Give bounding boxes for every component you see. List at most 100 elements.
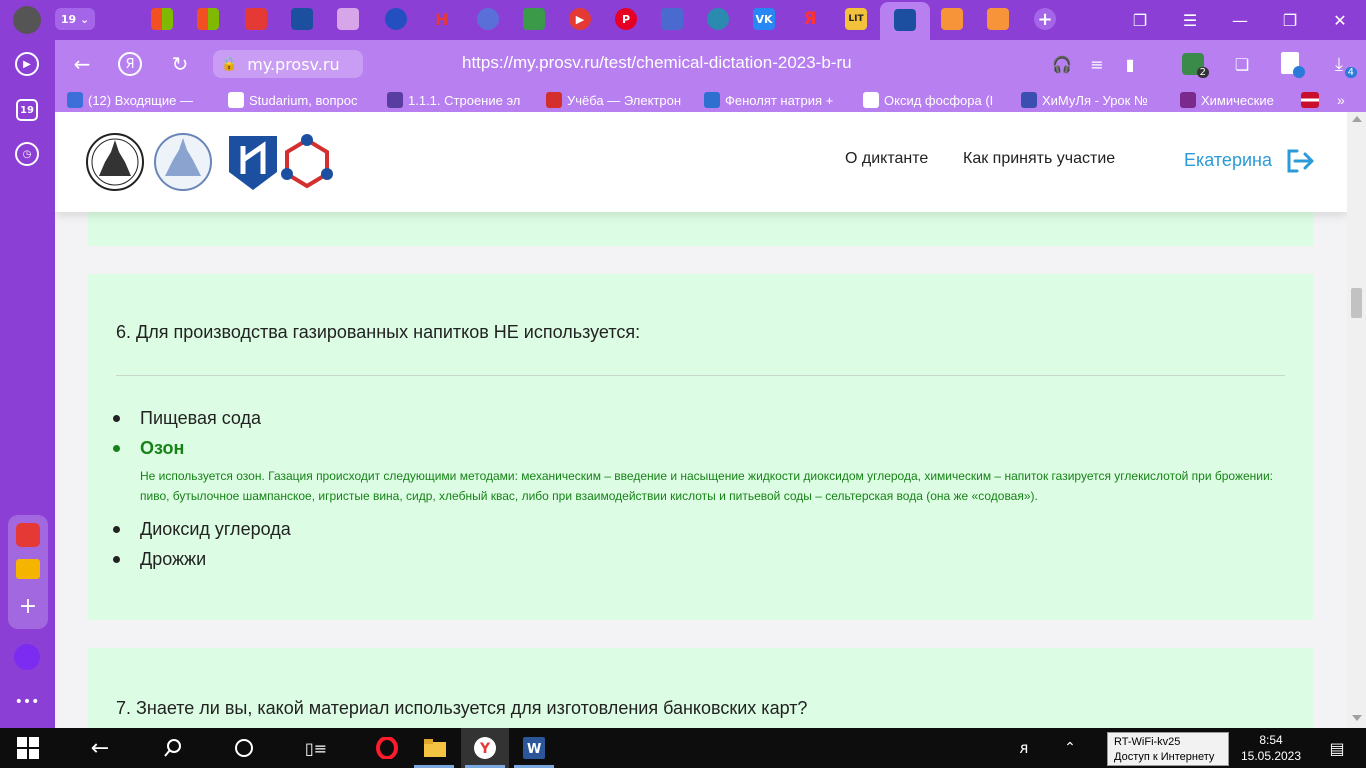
collections-icon[interactable]: ❏ (1230, 52, 1254, 76)
tab-microsoft-icon[interactable] (151, 8, 173, 30)
question-card-7: 7. Знаете ли вы, какой материал использу… (88, 648, 1313, 728)
clock-time: 8:54 (1259, 733, 1283, 747)
uk-flag-icon[interactable] (1301, 92, 1319, 108)
mail-icon (67, 92, 83, 108)
tab-cloud-icon[interactable] (707, 8, 729, 30)
tab-lit-icon[interactable]: LIT (845, 8, 867, 30)
tab-h-icon[interactable]: H (431, 8, 453, 30)
bookmark-phenolate[interactable]: Фенолят натрия + (704, 91, 852, 109)
scroll-thumb[interactable] (1351, 288, 1362, 318)
svg-text:W: W (527, 742, 541, 757)
tab-yandex-icon[interactable]: Я (799, 8, 821, 30)
scroll-up-icon[interactable] (1352, 116, 1362, 122)
menu-hamburger-icon[interactable]: ☰ (1178, 8, 1202, 32)
answer-option-4[interactable]: Дрожжи (113, 549, 206, 570)
reader-mode-icon[interactable]: ≡ (1085, 52, 1109, 76)
windows-start-icon[interactable] (16, 736, 40, 760)
people-icon[interactable]: ᴙ (1012, 736, 1036, 760)
flask-icon (1180, 92, 1196, 108)
tab-microsoft2-icon[interactable] (197, 8, 219, 30)
bookmark-phosphorus-oxide[interactable]: Оксид фосфора (I (863, 91, 1011, 109)
answer-option-3[interactable]: Диоксид углерода (113, 519, 291, 540)
minimize-icon[interactable]: — (1228, 8, 1252, 32)
tab-play-icon[interactable]: ▶ (569, 8, 591, 30)
url-field[interactable]: https://my.prosv.ru/test/chemical-dictat… (462, 53, 852, 73)
tab-rocket-icon[interactable] (661, 8, 683, 30)
cortana-icon[interactable] (232, 736, 256, 760)
msu-logo-icon[interactable] (85, 132, 145, 192)
bookmark-himulya[interactable]: ХиМуЛя - Урок № (1021, 91, 1169, 109)
close-window-icon[interactable]: ✕ (1328, 8, 1352, 32)
lock-icon: 🔒 (221, 56, 238, 72)
yandex-browser-icon[interactable]: Y (473, 736, 497, 760)
logout-icon[interactable] (1285, 148, 1315, 174)
new-tab-plus-icon[interactable]: + (1034, 8, 1056, 30)
play-icon[interactable]: ▶ (15, 52, 39, 76)
tab-plane2-icon[interactable] (987, 8, 1009, 30)
alice-assistant-icon[interactable] (14, 644, 40, 670)
bookmark-studarium[interactable]: Studarium, вопрос (228, 91, 375, 109)
search-icon[interactable] (161, 736, 185, 760)
tab-prosv-icon[interactable] (291, 8, 313, 30)
tab-counter-button[interactable]: 19 ⌄ (55, 8, 95, 30)
extension-icon[interactable] (1281, 52, 1305, 78)
tab-generic-icon[interactable] (337, 8, 359, 30)
page-scrollbar[interactable] (1347, 112, 1366, 728)
tab-vk-icon[interactable]: VK (753, 8, 775, 30)
chemistry-faculty-logo-icon[interactable] (153, 132, 213, 192)
tab-plane-icon[interactable] (941, 8, 963, 30)
tray-chevron-up-icon[interactable]: ⌃ (1058, 736, 1082, 760)
profile-avatar[interactable] (13, 6, 41, 34)
tab-globe-icon[interactable] (477, 8, 499, 30)
user-name-link[interactable]: Екатерина (1184, 150, 1272, 171)
question-7-text: 7. Знаете ли вы, какой материал использу… (116, 698, 808, 718)
prosv-logo-icon[interactable] (223, 132, 283, 192)
sidebar-pinned-group: + (8, 515, 48, 629)
mail-app-icon[interactable] (16, 559, 40, 579)
tab-book-icon[interactable] (523, 8, 545, 30)
calendar-counter-icon[interactable]: 19 (16, 99, 38, 121)
notifications-icon[interactable]: ▤ (1325, 736, 1349, 760)
docs-app-icon[interactable] (16, 523, 40, 547)
site-icon (1021, 92, 1037, 108)
more-bookmarks-icon[interactable]: » (1337, 91, 1357, 109)
tab-blue-icon[interactable] (385, 8, 407, 30)
history-clock-icon[interactable]: ◷ (15, 142, 39, 166)
protect-shield-icon[interactable]: 2 (1182, 53, 1209, 78)
bookmark-inbox[interactable]: (12) Входящие — (67, 91, 217, 109)
yandex-logo-icon[interactable]: Я (118, 52, 142, 76)
site-info-pill[interactable]: 🔒 my.prosv.ru (213, 50, 363, 78)
scroll-down-icon[interactable] (1352, 715, 1362, 721)
task-view-icon[interactable]: ▯≡ (304, 736, 328, 760)
bookmark-icon[interactable]: ▮ (1118, 52, 1142, 76)
browser-sidebar: ▶ 19 ◷ + ••• (0, 0, 55, 728)
more-dots-icon[interactable]: ••• (13, 688, 41, 716)
nav-about-link[interactable]: О диктанте (845, 150, 928, 168)
tab-pinterest-icon[interactable]: P (615, 8, 637, 30)
opera-icon[interactable] (375, 736, 399, 760)
nav-how-link[interactable]: Как принять участие (963, 150, 1115, 168)
tab-docs-icon[interactable] (245, 8, 267, 30)
add-panel-icon[interactable]: + (16, 595, 40, 619)
back-taskbar-icon[interactable]: ← (88, 736, 112, 761)
bookmark-atom-structure[interactable]: 1.1.1. Строение эл (387, 91, 534, 109)
reload-icon[interactable]: ↻ (168, 52, 192, 76)
answer-option-1[interactable]: Пищевая сода (113, 408, 261, 429)
wifi-tooltip: RT-WiFi-kv25 Доступ к Интернету (1107, 732, 1229, 766)
prosv-favicon-icon (894, 9, 916, 31)
molecule-logo-icon[interactable] (277, 132, 337, 192)
back-arrow-icon[interactable]: ← (70, 52, 94, 76)
system-clock[interactable]: 8:54 15.05.2023 (1236, 732, 1306, 764)
tab-active-prosv[interactable] (880, 2, 930, 40)
bookmark-study[interactable]: Учёба — Электрон (546, 91, 693, 109)
tabs-overview-icon[interactable]: ❐ (1128, 8, 1152, 32)
question-divider (116, 375, 1285, 376)
maximize-icon[interactable]: ❐ (1278, 8, 1302, 32)
ac-icon (704, 92, 720, 108)
headphones-icon[interactable]: 🎧 (1050, 52, 1074, 76)
answer-option-correct[interactable]: Озон (113, 438, 184, 459)
word-icon[interactable]: W (522, 736, 546, 760)
file-explorer-icon[interactable] (423, 736, 447, 760)
downloads-icon[interactable]: ⤓ 4 (1327, 52, 1357, 78)
bookmark-chemical[interactable]: Химические (1180, 91, 1300, 109)
